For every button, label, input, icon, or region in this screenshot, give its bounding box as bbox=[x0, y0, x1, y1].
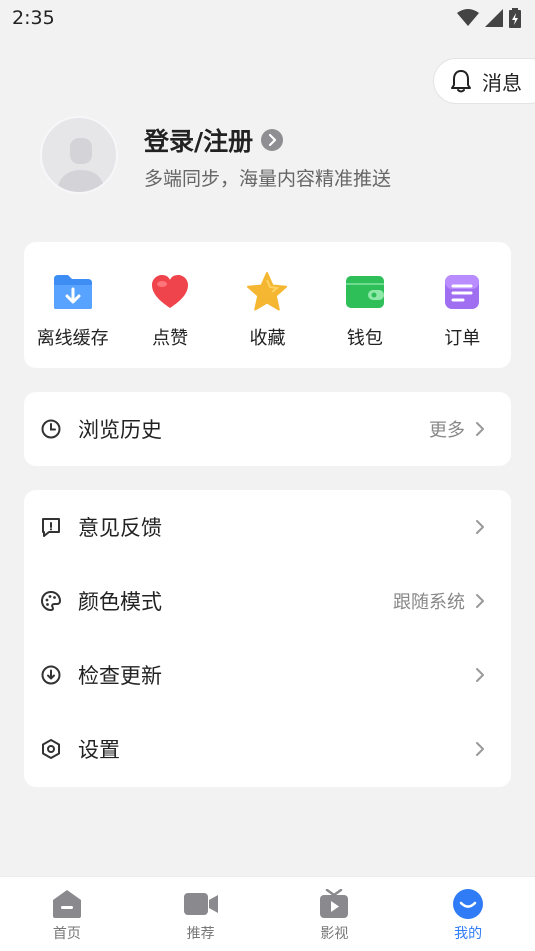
quick-action-likes[interactable]: 点赞 bbox=[122, 242, 219, 368]
quick-actions-card: 离线缓存 点赞 收藏 钱包 订单 bbox=[24, 242, 511, 368]
menu-item-label: 颜色模式 bbox=[78, 590, 162, 614]
offline-cache-icon bbox=[51, 270, 95, 314]
nav-tab-home[interactable]: 首页 bbox=[0, 877, 134, 951]
nav-tab-mine[interactable]: 我的 bbox=[401, 877, 535, 951]
chevron-right-icon bbox=[476, 422, 484, 436]
more-link[interactable]: 更多 bbox=[429, 392, 485, 466]
row-right: 跟随系统 bbox=[393, 564, 485, 638]
chevron-right-icon bbox=[261, 129, 284, 151]
quick-action-label: 收藏 bbox=[249, 328, 286, 349]
star-icon bbox=[245, 270, 289, 314]
palette-icon bbox=[40, 590, 62, 612]
quick-action-label: 钱包 bbox=[346, 328, 383, 349]
nav-label: 首页 bbox=[52, 926, 81, 942]
battery-icon bbox=[509, 8, 521, 28]
login-register-link[interactable]: 登录/注册 bbox=[144, 122, 284, 158]
menu-item-settings[interactable]: 设置 bbox=[24, 712, 511, 786]
video-camera-icon bbox=[183, 889, 219, 919]
cellular-signal-icon bbox=[485, 9, 503, 27]
chevron-right-icon bbox=[476, 594, 484, 608]
heart-icon bbox=[148, 270, 192, 314]
status-time: 2:35 bbox=[12, 7, 55, 29]
quick-action-label: 订单 bbox=[444, 328, 481, 349]
wallet-icon bbox=[343, 270, 387, 314]
browsing-history-row[interactable]: 浏览历史 更多 bbox=[24, 392, 511, 466]
row-right bbox=[475, 490, 485, 564]
login-subtitle: 多端同步，海量内容精准推送 bbox=[144, 168, 392, 190]
download-circle-icon bbox=[40, 664, 62, 686]
clock-icon bbox=[40, 418, 62, 440]
order-icon bbox=[440, 270, 484, 314]
row-right bbox=[475, 638, 485, 712]
status-icons bbox=[457, 8, 521, 28]
row-right bbox=[475, 712, 485, 786]
message-label: 消息 bbox=[482, 70, 522, 95]
menu-item-color-mode[interactable]: 颜色模式 跟随系统 bbox=[24, 564, 511, 638]
default-avatar-icon bbox=[56, 138, 106, 192]
smile-icon bbox=[450, 889, 486, 919]
browsing-history-label: 浏览历史 bbox=[78, 418, 162, 442]
browsing-history-item[interactable]: 浏览历史 更多 bbox=[24, 392, 511, 466]
menu-item-label: 检查更新 bbox=[78, 664, 162, 688]
chevron-right-icon bbox=[476, 520, 484, 534]
color-mode-value: 跟随系统 bbox=[393, 592, 465, 613]
wifi-icon bbox=[457, 9, 479, 26]
quick-action-offline-cache[interactable]: 离线缓存 bbox=[24, 242, 121, 368]
menu-item-check-update[interactable]: 检查更新 bbox=[24, 638, 511, 712]
nav-tab-movies[interactable]: 影视 bbox=[268, 877, 402, 951]
quick-action-wallet[interactable]: 钱包 bbox=[316, 242, 413, 368]
menu-item-feedback[interactable]: 意见反馈 bbox=[24, 490, 511, 564]
home-icon bbox=[49, 889, 85, 919]
quick-action-label: 离线缓存 bbox=[36, 328, 109, 349]
message-button[interactable]: 消息 bbox=[433, 58, 535, 104]
feedback-icon bbox=[40, 516, 62, 538]
login-title: 登录/注册 bbox=[144, 127, 254, 156]
menu-item-label: 意见反馈 bbox=[78, 516, 162, 540]
nav-tab-recommend[interactable]: 推荐 bbox=[134, 877, 268, 951]
more-label: 更多 bbox=[429, 420, 465, 441]
nav-label: 推荐 bbox=[186, 926, 215, 942]
quick-action-orders[interactable]: 订单 bbox=[414, 242, 511, 368]
nav-label: 影视 bbox=[320, 926, 349, 942]
avatar[interactable] bbox=[40, 116, 118, 194]
chevron-right-icon bbox=[476, 742, 484, 756]
menu-item-label: 设置 bbox=[78, 738, 120, 762]
settings-hexagon-icon bbox=[40, 738, 62, 760]
settings-menu-card: 意见反馈 颜色模式 跟随系统 检查更新 设置 bbox=[24, 490, 511, 787]
quick-action-label: 点赞 bbox=[152, 328, 189, 349]
nav-label: 我的 bbox=[454, 926, 483, 942]
quick-action-favorites[interactable]: 收藏 bbox=[219, 242, 316, 368]
status-bar: 2:35 bbox=[0, 0, 535, 36]
tv-icon bbox=[316, 889, 352, 919]
chevron-right-icon bbox=[476, 668, 484, 682]
bottom-navigation: 首页 推荐 影视 我的 bbox=[0, 876, 535, 951]
bell-icon bbox=[451, 70, 471, 93]
